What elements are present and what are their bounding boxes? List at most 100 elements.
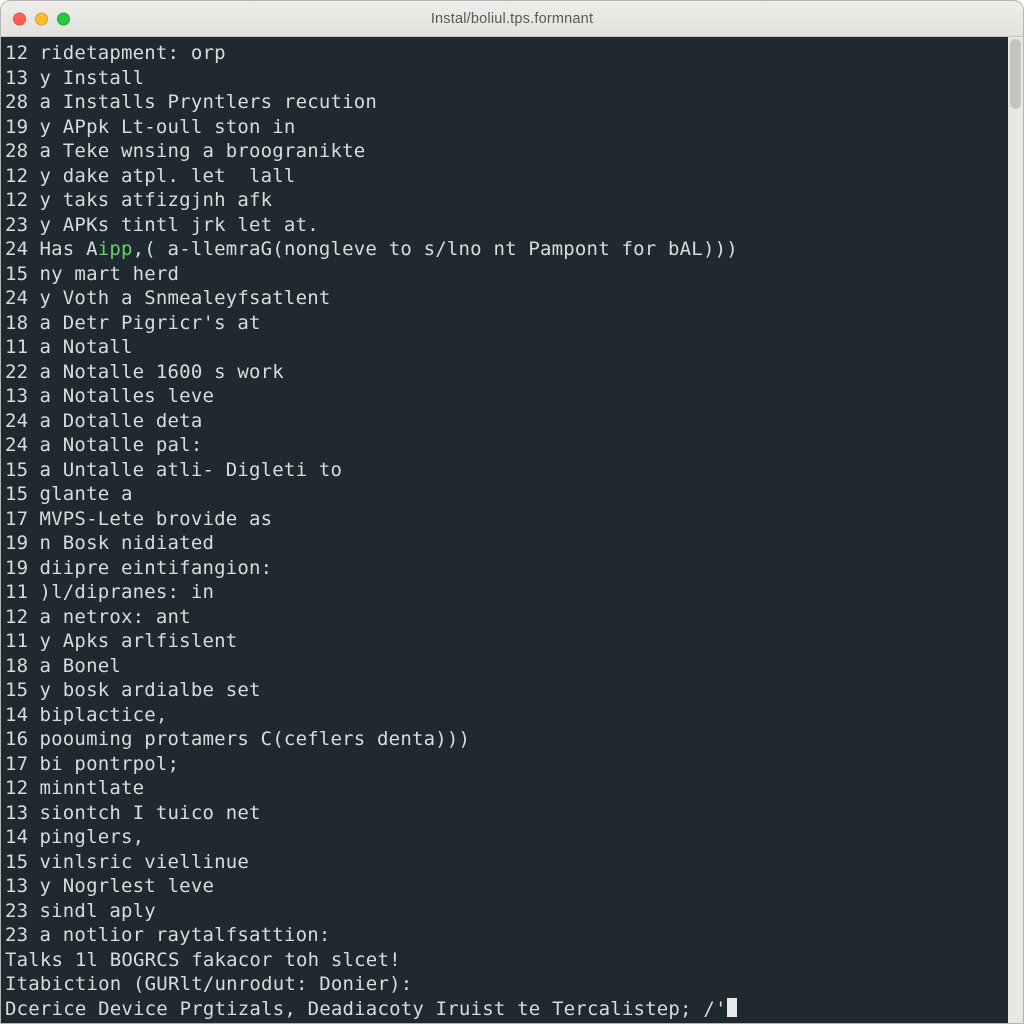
line-text: siontch I tuico net [40, 802, 261, 824]
terminal-line: 28 a Teke wnsing a broogranikte [5, 139, 1008, 164]
line-text: a Detr Pigricr's at [40, 312, 261, 334]
line-number: 17 [5, 752, 28, 777]
line-number: 12 [5, 776, 28, 801]
line-text: a netrox: ant [40, 606, 191, 628]
terminal-line: 15 vinlsric viellinue [5, 850, 1008, 875]
line-text: diipre eintifangion: [40, 557, 273, 579]
line-text: a Installs Pryntlers recution [40, 91, 378, 113]
highlight-token: ipp [98, 238, 133, 260]
line-text: a Notalle 1600 s work [40, 361, 284, 383]
line-text: y Nogrlest leve [40, 875, 215, 897]
line-text: a Dotalle deta [40, 410, 203, 432]
terminal-line: 23 a notlior raytalfsattion: [5, 923, 1008, 948]
line-number: 13 [5, 384, 28, 409]
terminal-line: 18 a Bonel [5, 654, 1008, 679]
line-text: y taks atfizgjnh afk [40, 189, 273, 211]
terminal-line: Itabiction (GURlt/unrodut: Donier): [5, 972, 1008, 997]
terminal-line: 19 diipre eintifangion: [5, 556, 1008, 581]
line-text: sindl aply [40, 900, 156, 922]
scrollbar[interactable] [1008, 37, 1023, 1023]
line-number: 19 [5, 531, 28, 556]
line-number: 16 [5, 727, 28, 752]
line-text: minntlate [40, 777, 145, 799]
line-number: 12 [5, 605, 28, 630]
line-number: 13 [5, 874, 28, 899]
line-number: 24 [5, 409, 28, 434]
line-number: 24 [5, 286, 28, 311]
terminal-area: 12 ridetapment: orp13 y Install28 a Inst… [1, 37, 1023, 1023]
window-controls [13, 12, 70, 25]
line-number: 17 [5, 507, 28, 532]
terminal-line: 13 y Nogrlest leve [5, 874, 1008, 899]
line-text: y APpk Lt-oull ston in [40, 116, 296, 138]
line-number: 15 [5, 262, 28, 287]
terminal-line: 15 a Untalle atli- Digleti to [5, 458, 1008, 483]
terminal-output[interactable]: 12 ridetapment: orp13 y Install28 a Inst… [1, 37, 1008, 1023]
line-number: 14 [5, 825, 28, 850]
line-number: 23 [5, 213, 28, 238]
terminal-line: 12 ridetapment: orp [5, 41, 1008, 66]
terminal-line: 18 a Detr Pigricr's at [5, 311, 1008, 336]
line-number: 15 [5, 850, 28, 875]
line-number: 15 [5, 458, 28, 483]
line-number: 19 [5, 115, 28, 140]
titlebar[interactable]: Instal/boliul.tps.formnant [1, 1, 1023, 37]
line-text: bi pontrpol; [40, 753, 180, 775]
line-text: pinglers, [40, 826, 145, 848]
line-number: 12 [5, 188, 28, 213]
terminal-line: 17 bi pontrpol; [5, 752, 1008, 777]
terminal-line: Talks 1l BOGRCS fakacor toh slcet! [5, 948, 1008, 973]
line-text: y bosk ardialbe set [40, 679, 261, 701]
line-number: 22 [5, 360, 28, 385]
line-number: 19 [5, 556, 28, 581]
terminal-line: 24 Has Aipp,( a-llemraG(nongleve to s/ln… [5, 237, 1008, 262]
terminal-line: 14 biplactice, [5, 703, 1008, 728]
line-text: ny mart herd [40, 263, 180, 285]
terminal-line: 23 y APKs tintl jrk let at. [5, 213, 1008, 238]
line-text: a Bonel [40, 655, 121, 677]
terminal-line: 12 y dake atpl. let lall [5, 164, 1008, 189]
scrollbar-thumb[interactable] [1010, 39, 1021, 109]
terminal-line: 13 y Install [5, 66, 1008, 91]
line-text: Has A [40, 238, 98, 260]
terminal-line: 12 minntlate [5, 776, 1008, 801]
line-text: ,( a-llemraG(nongleve to s/lno nt Pampon… [133, 238, 738, 260]
terminal-line: 13 siontch I tuico net [5, 801, 1008, 826]
terminal-line: 14 pinglers, [5, 825, 1008, 850]
line-text: y dake atpl. let lall [40, 165, 296, 187]
terminal-line: 23 sindl aply [5, 899, 1008, 924]
terminal-line: 13 a Notalles leve [5, 384, 1008, 409]
line-number: 13 [5, 66, 28, 91]
line-text: biplactice, [40, 704, 168, 726]
terminal-line: 24 a Notalle pal: [5, 433, 1008, 458]
app-window: Instal/boliul.tps.formnant 12 ridetapmen… [0, 0, 1024, 1024]
minimize-icon[interactable] [35, 12, 48, 25]
line-text: a Teke wnsing a broogranikte [40, 140, 366, 162]
line-text: a Untalle atli- Digleti to [40, 459, 343, 481]
line-number: 13 [5, 801, 28, 826]
terminal-line: 19 y APpk Lt-oull ston in [5, 115, 1008, 140]
close-icon[interactable] [13, 12, 26, 25]
line-number: 28 [5, 139, 28, 164]
line-number: 11 [5, 335, 28, 360]
cursor-icon [727, 998, 737, 1017]
terminal-line: 11 y Apks arlfislent [5, 629, 1008, 654]
line-text: y Install [40, 67, 145, 89]
terminal-line: 11 )l/dipranes: in [5, 580, 1008, 605]
terminal-line: 12 y taks atfizgjnh afk [5, 188, 1008, 213]
line-text: a Notall [40, 336, 133, 358]
line-text: )l/dipranes: in [40, 581, 215, 603]
line-text: a Notalles leve [40, 385, 215, 407]
line-text: MVPS-Lete brovide as [40, 508, 273, 530]
zoom-icon[interactable] [57, 12, 70, 25]
terminal-line: 22 a Notalle 1600 s work [5, 360, 1008, 385]
line-number: 18 [5, 654, 28, 679]
terminal-line: 16 poouming protamers C(ceflers denta))) [5, 727, 1008, 752]
line-text: Itabiction (GURlt/unrodut: Donier): [5, 973, 412, 995]
line-text: n Bosk nidiated [40, 532, 215, 554]
terminal-line: 17 MVPS-Lete brovide as [5, 507, 1008, 532]
terminal-line: 15 y bosk ardialbe set [5, 678, 1008, 703]
terminal-line: 28 a Installs Pryntlers recution [5, 90, 1008, 115]
line-number: 24 [5, 237, 28, 262]
line-number: 12 [5, 41, 28, 66]
